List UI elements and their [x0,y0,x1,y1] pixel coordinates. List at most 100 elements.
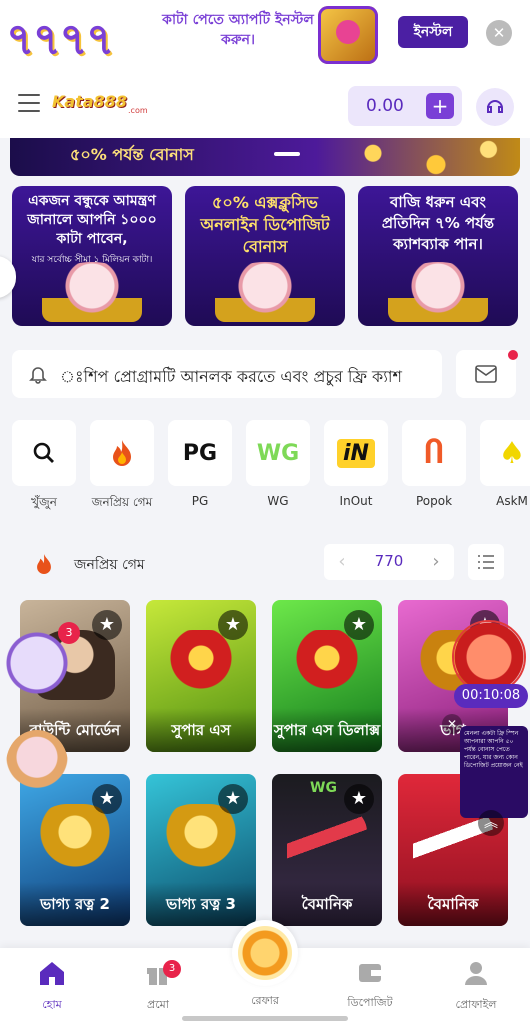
category-label: খুঁজুন [31,495,57,509]
pg-logo-icon: PG [168,420,232,486]
wallet-icon [359,964,381,982]
vip-laurel-widget[interactable]: 3 [2,622,80,698]
nav-label: প্রোফাইল [455,998,497,1011]
game-title: বৈমানিক [272,882,382,926]
favorite-star-icon[interactable]: ★ [344,784,374,814]
home-indicator [182,1016,348,1021]
nav-promo[interactable]: প্রমো [118,960,198,1015]
popular-games-header: জনপ্রিয় গেম ‹ 770 › [0,540,530,584]
game-title: ভাগ্য রত্ন 2 [20,882,130,926]
game-tile[interactable]: ★ সুপার এস [146,600,256,752]
support-button[interactable] [476,88,514,126]
category-pg[interactable]: PG PG [168,420,232,508]
game-title: সুপার এস [146,708,256,752]
bell-icon [29,367,47,384]
mail-icon [475,365,497,383]
notification-badge: 3 [58,622,80,644]
wg-badge: WG [310,780,337,796]
countdown-timer: 00:10:08 [454,684,528,708]
nav-deposit[interactable]: ডিপোজিট [330,960,410,1013]
balance-value: 0.00 [366,96,404,116]
favorite-star-icon[interactable]: ★ [218,784,248,814]
game-tile[interactable]: WG ★ বৈমানিক [272,774,382,926]
app-icon [318,6,378,64]
favorite-star-icon[interactable]: ★ [92,784,122,814]
inout-logo-icon: iN [324,420,388,486]
section-title: জনপ্রিয় গেম [74,557,145,573]
menu-icon[interactable] [18,94,40,112]
category-tile [90,420,154,486]
deposit-plus-button[interactable]: + [426,93,454,119]
game-count: 770 [374,552,404,570]
game-art [35,804,115,874]
scroll-top-icon[interactable]: ︽ [478,810,504,836]
category-search[interactable]: খুঁজুন [12,420,76,514]
category-label: PG [191,494,209,508]
game-art [161,804,241,874]
list-icon [478,555,494,569]
favorite-star-icon[interactable]: ★ [344,610,374,640]
nav-label: প্রমো [147,998,169,1011]
category-tile [12,420,76,486]
search-icon [33,442,54,463]
wg-logo-icon: WG [246,420,310,486]
pager: ‹ 770 › [324,544,454,580]
mail-button[interactable] [456,350,516,398]
announcement-bar[interactable]: ঃশিপ প্রোগ্রামটি আনলক করতে এবং প্রচুর ফ্… [12,350,442,398]
nav-label: হোম [42,998,62,1011]
close-icon[interactable]: ✕ [486,20,512,46]
nav-refer-label-wrap: রেফার [225,992,305,1011]
game-tile[interactable]: ★ ভাগ্য রত্ন 3 [146,774,256,926]
flame-icon [37,554,51,574]
banner-promo-text: কাটা পেতে অ্যাপটি ইনস্টল করুন। [162,12,314,48]
lucky-wheel-widget[interactable] [452,620,526,694]
promo-card-deposit-bonus[interactable]: ৫০% এক্সক্লুসিভ অনলাইন ডিপোজিট বোনাস [185,186,345,326]
balance-box[interactable]: 0.00 + [348,86,462,126]
game-title: ভাগ্য রত্ন 3 [146,882,256,926]
promo-count-badge: 3 [163,960,181,978]
announcement-text: ঃশিপ প্রোগ্রামটি আনলক করতে এবং প্রচুর ফ্… [60,367,402,386]
mouse-mascot-image [215,262,315,322]
category-label: Popok [415,494,453,508]
nav-refer[interactable] [232,920,298,986]
promo-card-text: ৫০% এক্সক্লুসিভ অনলাইন ডিপোজিট বোনাস [200,193,330,256]
inout-glyph: iN [337,438,375,468]
top-header: Kata888 .com 0.00 + [0,72,530,138]
game-art [287,630,367,700]
profile-icon [465,962,487,985]
promo-popup-note[interactable]: মেনলা একটা ফ্রি স্পিন আপনারা আপনি ৫০ পর্… [460,726,528,818]
promo-card-referral[interactable]: একজন বন্ধুকে আমন্ত্রণ জানালে আপনি ১০০০ ক… [12,186,172,326]
nav-profile[interactable]: প্রোফাইল [436,960,516,1015]
game-title: বৈমানিক [398,882,508,926]
askme-logo-icon: ♠ [480,420,530,486]
install-button[interactable]: ইনস্টল [398,16,468,48]
hero-carousel[interactable]: ৫০% পর্যন্ত বোনাস [10,138,520,176]
next-page-button[interactable]: › [418,544,454,580]
favorite-star-icon[interactable]: ★ [218,610,248,640]
site-logo-suffix: .com [128,106,148,115]
prev-page-button[interactable]: ‹ [324,544,360,580]
promo-card-cashback[interactable]: বাজি ধরুন এবং প্রতিদিন ৭% পর্যন্ত ক্যাশব… [358,186,518,326]
nav-label: ডিপোজিট [347,996,393,1009]
carousel-indicator[interactable] [274,152,300,156]
rabbit-mascot-image [42,262,142,322]
promo-card-text: বাজি ধরুন এবং প্রতিদিন ৭% পর্যন্ত ক্যাশব… [381,193,495,253]
headset-icon [487,100,503,113]
favorite-star-icon[interactable]: ★ [92,610,122,640]
close-icon[interactable]: ✕ [442,714,462,734]
category-popok[interactable]: Ⴖ Popok [402,420,466,508]
game-art [161,630,241,700]
nav-home[interactable]: হোম [12,960,92,1015]
category-label: AskM [496,494,528,508]
site-logo[interactable]: Kata888 [52,92,127,111]
install-banner: ৭৭৭৭ কাটা পেতে অ্যাপটি ইনস্টল করুন। ইনস্… [0,0,530,72]
mascot-float-button[interactable] [6,730,68,798]
list-view-button[interactable] [468,544,504,580]
category-wg[interactable]: WG WG [246,420,310,508]
category-popular[interactable]: জনপ্রিয় গেম [90,420,154,514]
unread-dot [508,350,518,360]
category-askme[interactable]: ♠ AskM [480,420,530,508]
treasure-chest-icon [238,926,292,980]
category-inout[interactable]: iN InOut [324,420,388,508]
game-tile[interactable]: ★ সুপার এস ডিলাক্স [272,600,382,752]
